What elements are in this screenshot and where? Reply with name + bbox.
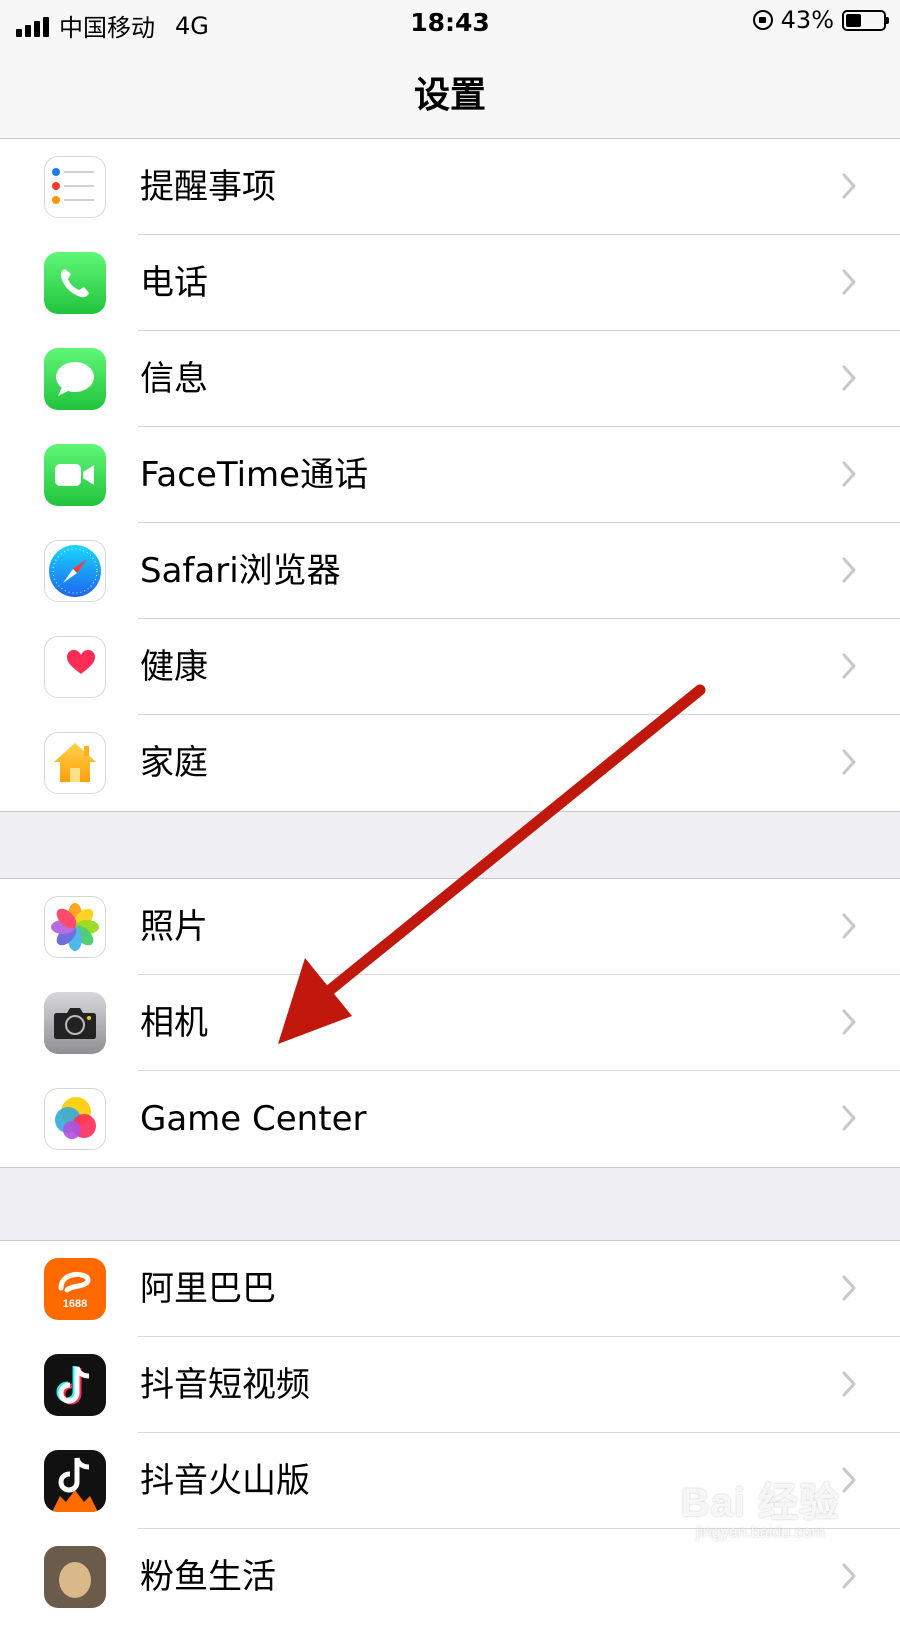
battery-percent: 43%: [780, 6, 834, 34]
phone-icon: [44, 252, 106, 314]
alibaba-badge-text: 1688: [62, 1298, 88, 1310]
settings-row-safari[interactable]: Safari浏览器: [0, 523, 900, 619]
chevron-right-icon: [842, 749, 856, 775]
watermark-logo: Bai 经验: [680, 1481, 840, 1525]
settings-row-health[interactable]: 健康: [0, 619, 900, 715]
safari-icon: [44, 540, 106, 602]
settings-row-label: Game Center: [140, 1099, 367, 1139]
settings-row-label: 健康: [140, 647, 208, 687]
settings-row-home[interactable]: 家庭: [0, 715, 900, 811]
camera-icon: [44, 992, 106, 1054]
settings-row-label: 提醒事项: [140, 167, 276, 207]
douyin-volcano-icon: [44, 1450, 106, 1512]
settings-row-label: 信息: [140, 359, 208, 399]
settings-row-game-center[interactable]: Game Center: [0, 1071, 900, 1167]
battery-icon: [842, 9, 889, 31]
battery-level: [846, 13, 862, 27]
facetime-icon: [44, 444, 106, 506]
settings-row-label: 家庭: [140, 743, 208, 783]
settings-row-label: 抖音短视频: [140, 1365, 310, 1405]
settings-row-label: 电话: [140, 263, 208, 303]
chevron-right-icon: [842, 1009, 856, 1035]
settings-row-facetime[interactable]: FaceTime通话: [0, 427, 900, 523]
messages-icon: [44, 348, 106, 410]
reminders-icon: [44, 156, 106, 218]
chevron-right-icon: [842, 1105, 856, 1131]
settings-row-alibaba[interactable]: 1688 阿里巴巴: [0, 1241, 900, 1337]
settings-row-photos[interactable]: 照片: [0, 879, 900, 975]
chevron-right-icon: [842, 653, 856, 679]
chevron-right-icon: [842, 557, 856, 583]
chevron-right-icon: [842, 1563, 856, 1589]
settings-row-label: 阿里巴巴: [140, 1269, 276, 1309]
chevron-right-icon: [842, 173, 856, 199]
chevron-right-icon: [842, 269, 856, 295]
settings-row-label: 抖音火山版: [140, 1461, 310, 1501]
settings-row-messages[interactable]: 信息: [0, 331, 900, 427]
page-title: 设置: [413, 75, 486, 116]
chevron-right-icon: [842, 1275, 856, 1301]
home-icon: [44, 732, 106, 794]
navigation-bar: 设置: [0, 46, 900, 139]
game-center-icon: [44, 1088, 106, 1150]
settings-row-douyin[interactable]: 抖音短视频: [0, 1337, 900, 1433]
baidu-jingyan-watermark: Bai 经验 jingyan.baidu.com: [681, 1470, 840, 1542]
douyin-icon: [44, 1354, 106, 1416]
settings-group-apple-apps: 提醒事项 电话 信息 FaceTime通话 Safari浏览器 健康 家庭: [0, 138, 900, 812]
rotation-lock-icon: [752, 10, 773, 30]
status-bar: 中国移动 4G 18:43 43%: [0, 0, 900, 46]
photos-icon: [44, 896, 106, 958]
chevron-right-icon: [842, 913, 856, 939]
settings-row-label: 相机: [140, 1003, 208, 1043]
app-icon: [44, 1546, 106, 1608]
settings-row-label: 粉鱼生活: [140, 1557, 276, 1597]
settings-row-label: 照片: [140, 907, 208, 947]
chevron-right-icon: [842, 365, 856, 391]
settings-group-third-party-apps: 1688 阿里巴巴 抖音短视频 抖音火山版 粉鱼生活: [0, 1240, 900, 1625]
settings-row-camera[interactable]: 相机: [0, 975, 900, 1071]
settings-row-phone[interactable]: 电话: [0, 235, 900, 331]
settings-row-reminders[interactable]: 提醒事项: [0, 139, 900, 235]
chevron-right-icon: [842, 1371, 856, 1397]
chevron-right-icon: [842, 1467, 856, 1493]
health-icon: [44, 636, 106, 698]
settings-group-media: 照片 相机 Game Center: [0, 878, 900, 1168]
settings-row-label: Safari浏览器: [140, 551, 341, 591]
settings-row-app[interactable]: 粉鱼生活: [0, 1529, 900, 1625]
chevron-right-icon: [842, 461, 856, 487]
settings-row-label: FaceTime通话: [140, 455, 369, 495]
alibaba-icon: 1688: [44, 1258, 106, 1320]
watermark-url: jingyan.baidu.com: [695, 1524, 825, 1541]
